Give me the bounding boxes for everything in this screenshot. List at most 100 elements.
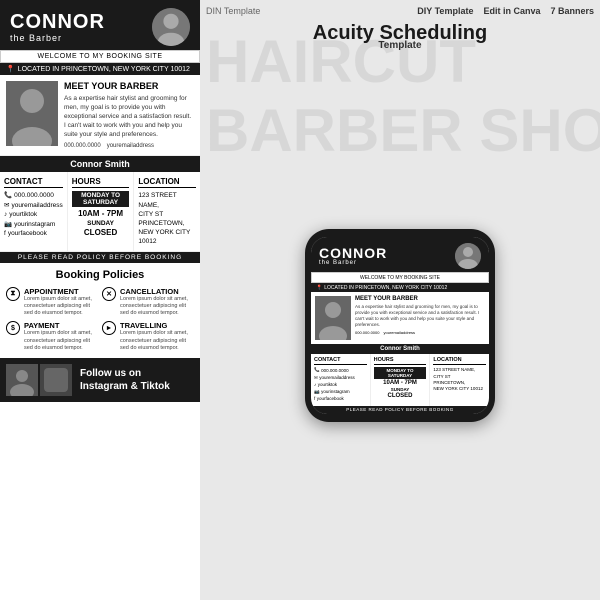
follow-photo-2: [40, 364, 72, 396]
ph-facebook-icon: f: [314, 396, 315, 401]
main-title2: Template: [206, 40, 594, 51]
ph-barber-photo: [315, 296, 351, 340]
hours-col: Hours MONDAY TO SATURDAY 10AM - 7PM SUND…: [68, 172, 135, 251]
ph-closed: CLOSED: [374, 393, 427, 399]
sunday-label: SUNDAY: [72, 220, 130, 227]
appointment-label: APPOINTMENT: [24, 287, 98, 296]
ph-instagram-line: 📷 yourinstagram: [314, 389, 367, 395]
cancellation-block: CANCELLATION Lorem ipsum dolor sit amet,…: [120, 287, 194, 317]
welcome-bar: WELCOME TO MY BOOKING SITE: [0, 50, 200, 63]
follow-section: Follow us on Instagram & Tiktok: [0, 358, 200, 402]
ph-header-text: CONNOR the Barber: [319, 246, 387, 266]
zip: NEW YORK CITY 10012: [138, 228, 196, 246]
contact-phone: 📞 000.000.0000: [4, 191, 63, 199]
ph-phone: 000.000.0000: [355, 330, 379, 335]
payment-block: PAYMENT Lorem ipsum dolor sit amet, cons…: [24, 321, 98, 351]
appointment-desc: Lorem ipsum dolor sit amet, consectetuer…: [24, 296, 98, 317]
meet-title: MEET YOUR BARBER: [64, 81, 194, 91]
ph-email-line: ✉ youremailaddress: [314, 375, 367, 381]
page: CONNOR the Barber WELCOME TO MY BOOKING …: [0, 0, 600, 600]
tiktok-icon: ♪: [4, 211, 7, 218]
contact-email: ✉ youremailaddress: [4, 201, 63, 209]
top-tags: DIY Template Edit in Canva 7 Banners: [417, 6, 594, 16]
appointment-icon: ⧗: [6, 287, 20, 301]
ph-location: 📍 LOCATED IN PRINCETOWN, NEW YORK CITY 1…: [311, 283, 489, 292]
travelling-desc: Lorem ipsum dolor sit amet, consectetuer…: [120, 330, 194, 351]
ph-location-title: Location: [433, 357, 486, 365]
policies-section: Booking Policies ⧗ APPOINTMENT Lorem ips…: [0, 263, 200, 358]
city: PRINCETOWN,: [138, 219, 196, 228]
ph-facebook-line: f yourfacebook: [314, 396, 367, 401]
travelling-block: TRAVELLING Lorem ipsum dolor sit amet, c…: [120, 321, 194, 351]
barber-first-name: CONNOR: [10, 12, 152, 32]
location-bar: 📍 LOCATED IN PRINCETOWN, NEW YORK CITY 1…: [0, 63, 200, 75]
ph-phone-line: 📞 000.000.0000: [314, 367, 367, 373]
ph-time: 10AM - 7PM: [374, 380, 427, 386]
follow-photos: [6, 364, 72, 396]
ph-email-icon: ✉: [314, 375, 318, 381]
hours-title: Hours: [72, 177, 130, 188]
ph-info-row: Contact 📞 000.000.0000 ✉ youremailaddres…: [311, 354, 489, 406]
list-item: $ PAYMENT Lorem ipsum dolor sit amet, co…: [6, 321, 98, 351]
ph-phone-icon: 📞: [314, 367, 320, 373]
facebook-icon: f: [4, 230, 6, 237]
lp-header-text: CONNOR the Barber: [10, 12, 152, 43]
policy-bar: PLEASE READ POLICY BEFORE BOOKING: [0, 252, 200, 263]
tag-banners: 7 Banners: [550, 6, 594, 16]
follow-photo-1: [6, 364, 38, 396]
template-name: DIN Template: [206, 6, 260, 16]
ph-meet: MEET YOUR BARBER As a expertise hair sty…: [311, 292, 489, 344]
contact-facebook: f yourfacebook: [4, 230, 63, 237]
payment-label: PAYMENT: [24, 321, 98, 330]
phone-icon: 📞: [4, 191, 12, 199]
barber-name-bar: Connor Smith: [0, 156, 200, 172]
ph-meet-contact: 000.000.0000 youremailaddress: [355, 330, 485, 335]
policies-grid: ⧗ APPOINTMENT Lorem ipsum dolor sit amet…: [6, 287, 194, 352]
address2: CITY ST: [138, 210, 196, 219]
list-item: ✕ CANCELLATION Lorem ipsum dolor sit ame…: [102, 287, 194, 317]
email-label: youremailaddress: [107, 143, 154, 149]
ph-zip: NEW YORK CITY 10012: [433, 386, 486, 392]
phone-inner: CONNOR the Barber WELCOME TO MY BOOKING …: [311, 237, 489, 414]
meet-info: MEET YOUR BARBER As a expertise hair sty…: [64, 81, 194, 149]
list-item: ► TRAVELLING Lorem ipsum dolor sit amet,…: [102, 321, 194, 351]
meet-desc: As a expertise hair stylist and grooming…: [64, 94, 194, 139]
ph-sunday: SUNDAY: [374, 387, 427, 392]
tag-diy: DIY Template: [417, 6, 473, 16]
hours-closed: CLOSED: [72, 228, 130, 237]
ph-barber-title: the Barber: [319, 260, 387, 266]
ph-policy-bar: PLEASE READ POLICY BEFORE BOOKING: [311, 406, 489, 414]
ph-meet-title: MEET YOUR BARBER: [355, 296, 485, 302]
instagram-icon: 📷: [4, 220, 12, 228]
meet-section: MEET YOUR BARBER As a expertise hair sty…: [0, 75, 200, 156]
ph-header: CONNOR the Barber: [311, 237, 489, 272]
avatar: [152, 8, 190, 46]
ph-email: youremailaddress: [383, 330, 415, 335]
follow-text: Follow us on Instagram & Tiktok: [80, 367, 170, 393]
list-item: ⧗ APPOINTMENT Lorem ipsum dolor sit amet…: [6, 287, 98, 317]
phone-label: 000.000.0000: [64, 143, 101, 149]
location-title: Location: [138, 177, 196, 188]
right-panel: DIN Template DIY Template Edit in Canva …: [200, 0, 600, 600]
barber-title: the Barber: [10, 33, 152, 43]
travelling-icon: ►: [102, 321, 116, 335]
ph-barber-name: CONNOR: [319, 246, 387, 260]
rp-middle: HAIRCUTBarber Shop CONNOR the Barber: [206, 57, 594, 594]
contact-col: Contact 📞 000.000.0000 ✉ youremailaddres…: [0, 172, 68, 251]
ph-contact-col: Contact 📞 000.000.0000 ✉ youremailaddres…: [311, 354, 371, 406]
location-col: Location 123 STREET NAME, CITY ST PRINCE…: [134, 172, 200, 251]
tag-canva: Edit in Canva: [483, 6, 540, 16]
travelling-label: TRAVELLING: [120, 321, 194, 330]
email-icon: ✉: [4, 201, 9, 209]
lp-header: CONNOR the Barber: [0, 0, 200, 50]
ph-location-col: Location 123 STREET NAME, CITY ST PRINCE…: [430, 354, 489, 406]
pin-icon: 📍: [6, 65, 15, 73]
contact-title: Contact: [4, 177, 63, 188]
cancellation-label: CANCELLATION: [120, 287, 194, 296]
ph-welcome: WELCOME TO MY BOOKING SITE: [311, 272, 489, 283]
cancellation-desc: Lorem ipsum dolor sit amet, consectetuer…: [120, 296, 194, 317]
ph-hours-col: Hours MONDAY TO SATURDAY 10AM - 7PM SUND…: [371, 354, 431, 406]
weekday-range: MONDAY TO SATURDAY: [72, 191, 130, 207]
meet-contact: 000.000.0000 youremailaddress: [64, 143, 194, 149]
barber-photo: [6, 81, 58, 146]
